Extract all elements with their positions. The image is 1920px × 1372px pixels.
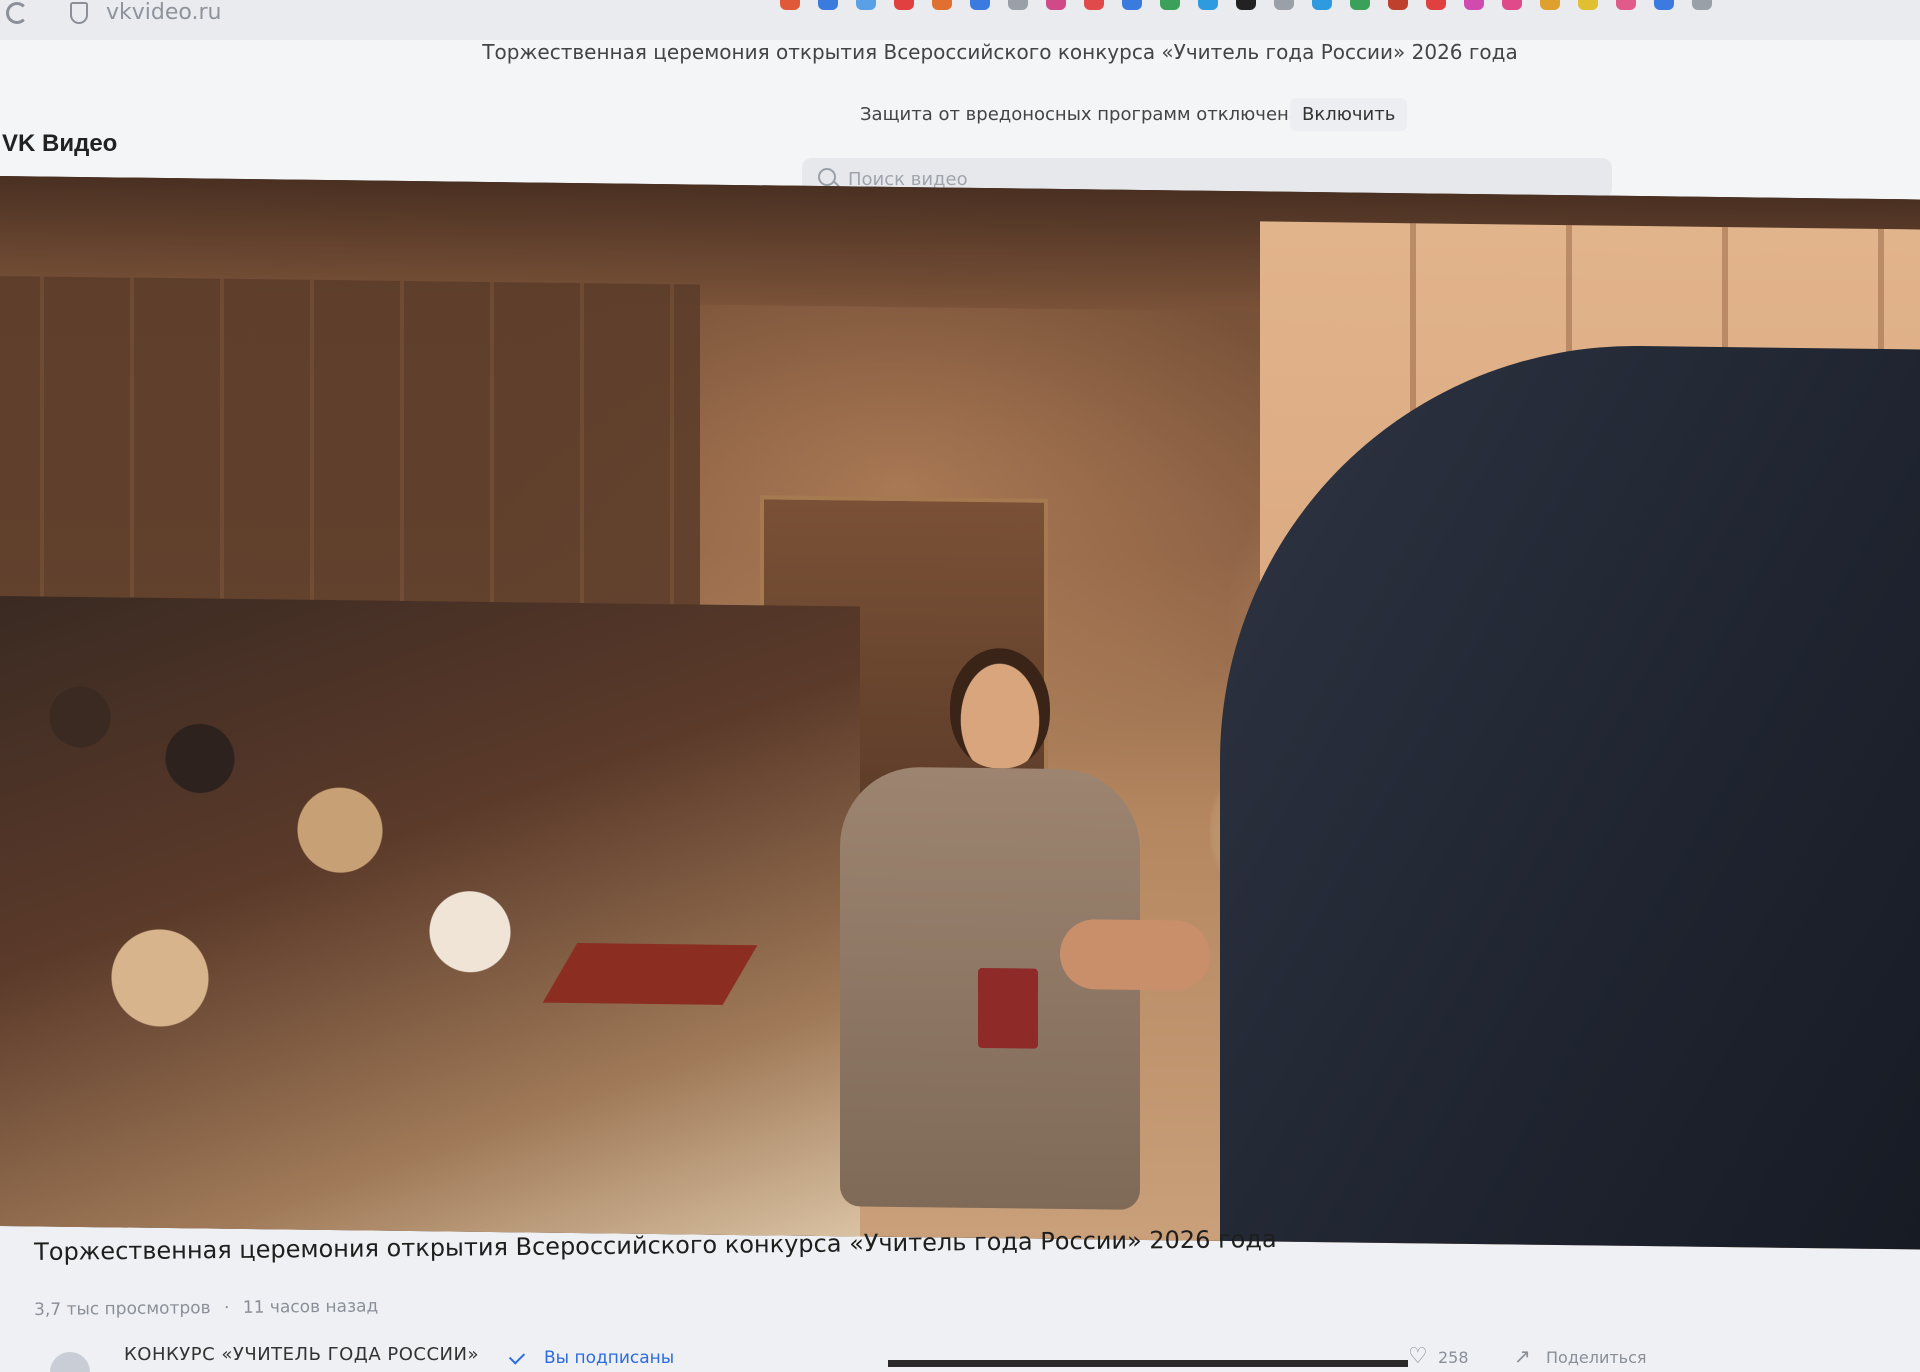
subscribed-label: Вы подписаны (544, 1348, 675, 1368)
extension-icon[interactable] (1616, 0, 1636, 10)
enable-protection-button[interactable]: Включить (1290, 98, 1408, 131)
posted-time: 11 часов назад (242, 1296, 379, 1318)
vk-video-logo[interactable]: VK Видео (2, 130, 117, 158)
video-player[interactable] (0, 176, 1920, 1250)
shield-icon[interactable] (70, 2, 88, 24)
extension-icon[interactable] (1578, 0, 1598, 10)
extension-icon[interactable] (1654, 0, 1674, 10)
video-title: Торжественная церемония открытия Всеросс… (34, 1224, 1277, 1266)
extension-icon[interactable] (1084, 0, 1104, 10)
extension-icon[interactable] (1388, 0, 1408, 10)
meta-separator: · (223, 1297, 230, 1319)
share-icon[interactable]: ↗ (1514, 1344, 1531, 1368)
view-count: 3,7 тыс просмотров (34, 1298, 211, 1320)
reload-icon[interactable] (6, 2, 28, 24)
video-frame-carpet (542, 943, 758, 1005)
extension-icon[interactable] (1464, 0, 1484, 10)
extension-icon[interactable] (970, 0, 990, 10)
channel-avatar[interactable] (50, 1352, 90, 1372)
subscribed-button[interactable]: Вы подписаны (510, 1348, 674, 1368)
extensions-bar (780, 0, 1920, 10)
extension-icon[interactable] (1692, 0, 1712, 10)
heart-icon[interactable]: ♡ (1408, 1344, 1428, 1369)
extension-icon[interactable] (1350, 0, 1370, 10)
extension-icon[interactable] (1198, 0, 1218, 10)
protection-notice: Защита от вредоносных программ отключена (860, 104, 1300, 125)
video-meta: 3,7 тыс просмотров · 11 часов назад (34, 1296, 378, 1320)
search-icon (818, 168, 836, 186)
channel-name[interactable]: КОНКУРС «УЧИТЕЛЬ ГОДА РОССИИ» (124, 1344, 479, 1365)
page-tab-title: Торжественная церемония открытия Всеросс… (0, 40, 1920, 64)
extension-icon[interactable] (1122, 0, 1142, 10)
woman-head (950, 647, 1050, 769)
share-button[interactable]: Поделиться (1546, 1348, 1647, 1367)
extension-icon[interactable] (1426, 0, 1446, 10)
divider (888, 1360, 1408, 1367)
extension-icon[interactable] (1008, 0, 1028, 10)
extension-icon[interactable] (894, 0, 914, 10)
extension-icon[interactable] (1160, 0, 1180, 10)
channel-row: КОНКУРС «УЧИТЕЛЬ ГОДА РОССИИ» Вы подписа… (0, 1330, 1920, 1372)
extension-icon[interactable] (1274, 0, 1294, 10)
extension-icon[interactable] (780, 0, 800, 10)
video-frame-hand (1060, 918, 1210, 991)
video-frame-audience (0, 596, 860, 1237)
extension-icon[interactable] (1540, 0, 1560, 10)
extension-icon[interactable] (1236, 0, 1256, 10)
woman-badge (978, 967, 1038, 1049)
extension-icon[interactable] (1046, 0, 1066, 10)
tab-title-text: Торжественная церемония открытия Всеросс… (482, 40, 1518, 64)
extension-icon[interactable] (1502, 0, 1522, 10)
browser-toolbar: vkvideo.ru (0, 0, 1920, 41)
address-bar[interactable]: vkvideo.ru (106, 0, 221, 25)
extension-icon[interactable] (856, 0, 876, 10)
extension-icon[interactable] (818, 0, 838, 10)
like-count[interactable]: 258 (1438, 1348, 1469, 1367)
extension-icon[interactable] (1312, 0, 1332, 10)
extension-icon[interactable] (932, 0, 952, 10)
